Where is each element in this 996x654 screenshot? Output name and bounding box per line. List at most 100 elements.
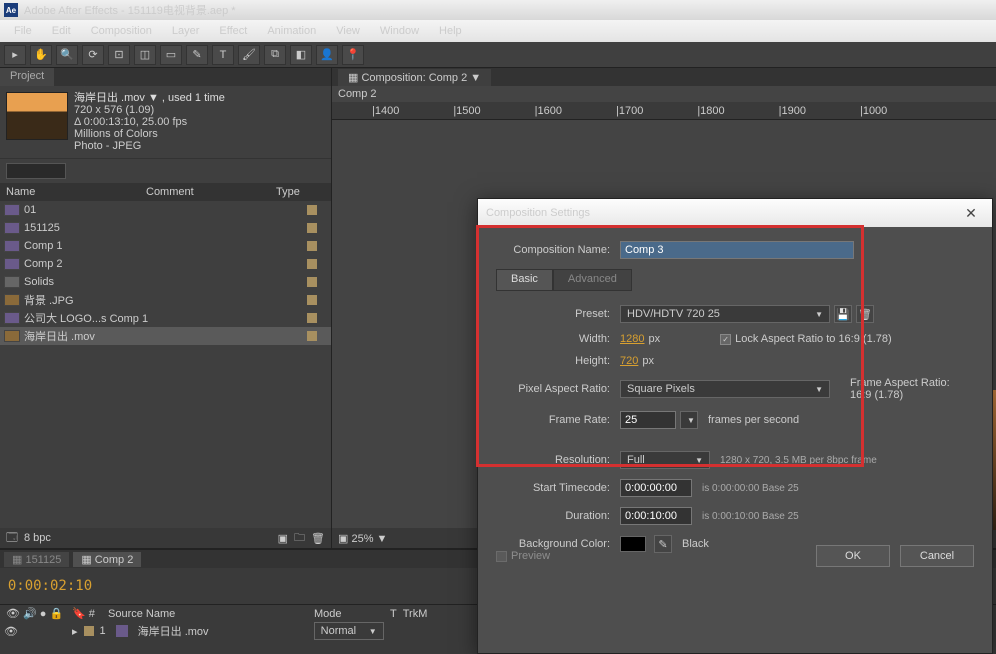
asset-info: 海岸日出 .mov ▼ , used 1 time 720 x 576 (1.0… (74, 92, 225, 152)
dialog-title: Composition Settings (486, 207, 590, 219)
project-search-input[interactable] (6, 163, 66, 179)
menu-layer[interactable]: Layer (162, 25, 210, 37)
fps-unit: frames per second (708, 414, 799, 426)
puppet-tool[interactable]: 📍 (342, 45, 364, 65)
delete-preset-icon[interactable]: 🗑 (856, 305, 874, 323)
height-value[interactable]: 720 (620, 355, 638, 367)
preset-select[interactable]: HDV/HDTV 720 25▼ (620, 305, 830, 323)
menu-animation[interactable]: Animation (257, 25, 326, 37)
visibility-toggle[interactable]: 👁 (4, 625, 18, 638)
par-select[interactable]: Square Pixels▼ (620, 380, 830, 398)
menu-edit[interactable]: Edit (42, 25, 81, 37)
start-timecode-input[interactable] (620, 479, 692, 497)
zoom-dropdown[interactable]: ▣ 25% ▼ (338, 532, 387, 545)
roto-tool[interactable]: 👤 (316, 45, 338, 65)
pen-tool[interactable]: ✎ (186, 45, 208, 65)
preset-label: Preset: (496, 308, 620, 320)
window-titlebar: Ae Adobe After Effects - 151119电视背景.aep … (0, 0, 996, 20)
timeline-tab[interactable]: ▦ 151125 (4, 552, 69, 567)
delete-icon[interactable]: 🗑 (311, 532, 325, 545)
layer-label-col: 🔖 # (72, 607, 102, 620)
timeline-tab[interactable]: ▦ Comp 2 (73, 552, 141, 567)
layer-mode-select[interactable]: Normal▼ (314, 622, 384, 640)
preview-checkbox[interactable] (496, 551, 507, 562)
item-label-color[interactable] (307, 295, 317, 305)
new-folder-icon[interactable]: 🗀 (294, 529, 305, 548)
zoom-tool[interactable]: 🔍 (56, 45, 78, 65)
menu-view[interactable]: View (326, 25, 370, 37)
menu-composition[interactable]: Composition (81, 25, 162, 37)
item-label-color[interactable] (307, 277, 317, 287)
layer-name[interactable]: 海岸日出 .mov (138, 623, 308, 639)
tab-advanced[interactable]: Advanced (553, 269, 632, 291)
project-item[interactable]: Comp 2 (0, 255, 331, 273)
duration-input[interactable] (620, 507, 692, 525)
item-label-color[interactable] (307, 259, 317, 269)
project-item[interactable]: 公司大 LOGO...s Comp 1 (0, 309, 331, 327)
project-item[interactable]: 海岸日出 .mov (0, 327, 331, 345)
text-tool[interactable]: T (212, 45, 234, 65)
current-timecode[interactable]: 0:00:02:10 (0, 568, 100, 604)
res-note: 1280 x 720, 3.5 MB per 8bpc frame (720, 455, 877, 466)
col-comment[interactable]: Comment (146, 186, 276, 198)
mask-tool[interactable]: ▭ (160, 45, 182, 65)
width-value[interactable]: 1280 (620, 333, 644, 345)
asset-thumbnail (6, 92, 68, 140)
ruler-tick: |1600 (535, 105, 562, 117)
interpret-footage-icon[interactable]: 🗔 (6, 529, 18, 548)
comp-subtab[interactable]: Comp 2 (338, 88, 377, 100)
item-label-color[interactable] (307, 331, 317, 341)
fps-dropdown[interactable]: ▼ (680, 411, 698, 429)
fps-input[interactable] (620, 411, 676, 429)
project-item-list: 01 151125 Comp 1Comp 2 Solids 背景 .JPG公司大 LOG… (0, 201, 331, 528)
res-select[interactable]: Full▼ (620, 451, 710, 469)
menu-help[interactable]: Help (429, 25, 472, 37)
ok-button[interactable]: OK (816, 545, 890, 567)
item-label-color[interactable] (307, 223, 317, 233)
col-type[interactable]: Type (276, 186, 316, 198)
col-mode[interactable]: Mode (314, 608, 384, 620)
expand-triangle[interactable]: ▸ (72, 625, 78, 638)
item-label-color[interactable] (307, 241, 317, 251)
close-icon[interactable]: ✕ (958, 204, 984, 222)
menu-file[interactable]: File (4, 25, 42, 37)
menu-window[interactable]: Window (370, 25, 429, 37)
lock-aspect-checkbox[interactable]: ✓ (720, 334, 731, 345)
item-label: 公司大 LOGO...s Comp 1 (24, 310, 148, 326)
project-item[interactable]: 背景 .JPG (0, 291, 331, 309)
brush-tool[interactable]: 🖌 (238, 45, 260, 65)
menu-effect[interactable]: Effect (209, 25, 257, 37)
res-label: Resolution: (496, 454, 620, 466)
col-source[interactable]: Source Name (108, 608, 308, 620)
item-label: Solids (24, 276, 54, 288)
project-tab[interactable]: Project (0, 68, 54, 86)
comp-name-input[interactable] (620, 241, 854, 259)
bpc-toggle[interactable]: 8 bpc (24, 532, 51, 544)
col-name[interactable]: Name (6, 186, 146, 198)
composition-panel-tab[interactable]: ▦ Composition: Comp 2 ▼ (338, 69, 491, 86)
item-label: 151125 (24, 222, 60, 234)
fps-label: Frame Rate: (496, 414, 620, 426)
camera-tool[interactable]: ⊡ (108, 45, 130, 65)
hand-tool[interactable]: ✋ (30, 45, 52, 65)
project-item[interactable]: 151125 (0, 219, 331, 237)
layer-color-label[interactable] (84, 626, 94, 636)
col-trk: TrkM (403, 608, 428, 620)
rotate-tool[interactable]: ⟳ (82, 45, 104, 65)
ruler-tick: |1500 (453, 105, 480, 117)
save-preset-icon[interactable]: 💾 (834, 305, 852, 323)
new-comp-icon[interactable]: ▣ (278, 532, 288, 545)
selection-tool[interactable]: ▸ (4, 45, 26, 65)
item-label-color[interactable] (307, 205, 317, 215)
tab-basic[interactable]: Basic (496, 269, 553, 291)
project-item[interactable]: Comp 1 (0, 237, 331, 255)
eraser-tool[interactable]: ◧ (290, 45, 312, 65)
item-label: 01 (24, 204, 36, 216)
project-item[interactable]: Solids (0, 273, 331, 291)
pan-behind-tool[interactable]: ◫ (134, 45, 156, 65)
cancel-button[interactable]: Cancel (900, 545, 974, 567)
folder-icon (4, 276, 20, 288)
clone-tool[interactable]: ⧉ (264, 45, 286, 65)
project-item[interactable]: 01 (0, 201, 331, 219)
item-label-color[interactable] (307, 313, 317, 323)
